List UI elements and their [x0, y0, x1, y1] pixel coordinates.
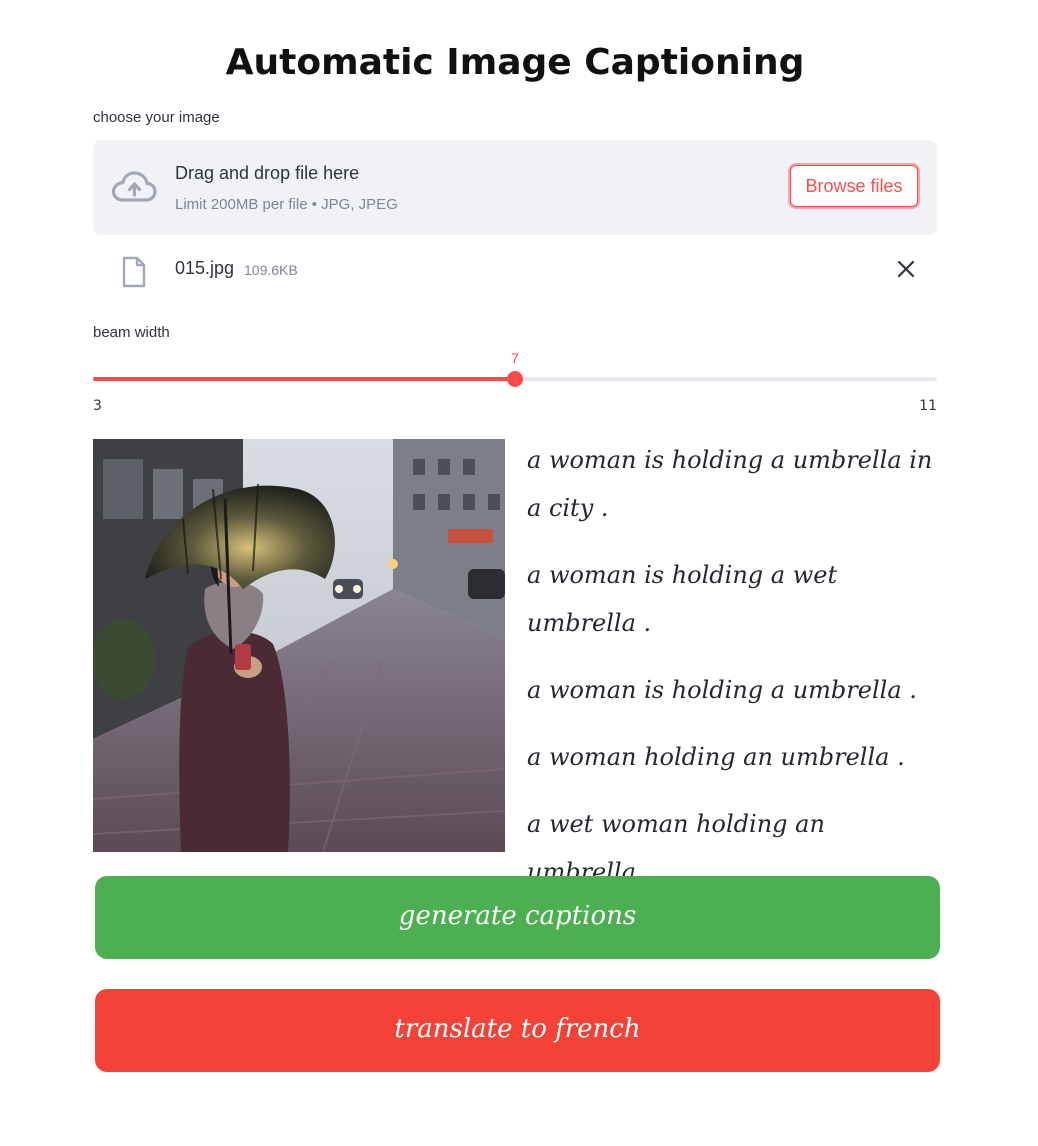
cloud-upload-icon: [111, 171, 157, 202]
translate-to-french-button[interactable]: translate to french: [95, 989, 940, 1072]
slider-track-fill: [93, 377, 515, 381]
close-icon[interactable]: [893, 256, 919, 282]
file-name: 015.jpg: [175, 258, 235, 278]
caption-item: a woman holding an umbrella .: [527, 743, 905, 771]
generate-captions-button[interactable]: generate captions: [95, 876, 940, 959]
browse-files-button[interactable]: Browse files: [790, 165, 918, 207]
caption-item: a woman is holding a umbrella .: [527, 676, 917, 704]
caption-list: a woman is holding a umbrella in a city …: [527, 436, 937, 915]
uploaded-file-item: 015.jpg 109.6KB: [93, 248, 937, 294]
uploaded-image: [93, 439, 505, 852]
file-icon: [122, 256, 146, 288]
file-dropzone[interactable]: Drag and drop file here Limit 200MB per …: [93, 140, 937, 235]
caption-item: a woman is holding a umbrella in a city …: [527, 446, 933, 522]
beam-width-label: beam width: [93, 324, 170, 341]
slider-thumb[interactable]: [507, 371, 523, 387]
slider-min-label: 3: [93, 398, 102, 414]
beam-width-slider[interactable]: 7 3 11: [93, 350, 937, 420]
uploader-label: choose your image: [93, 109, 220, 126]
page-title: Automatic Image Captioning: [225, 42, 805, 83]
file-size: 109.6KB: [244, 262, 298, 278]
caption-item: a woman is holding a wet umbrella .: [527, 561, 838, 637]
dropzone-instructions: Drag and drop file here: [175, 163, 360, 183]
app-page: Automatic Image Captioning choose your i…: [0, 0, 1038, 1146]
slider-value: 7: [511, 350, 519, 366]
dropzone-limit-text: Limit 200MB per file • JPG, JPEG: [175, 196, 398, 213]
slider-max-label: 11: [919, 398, 937, 414]
